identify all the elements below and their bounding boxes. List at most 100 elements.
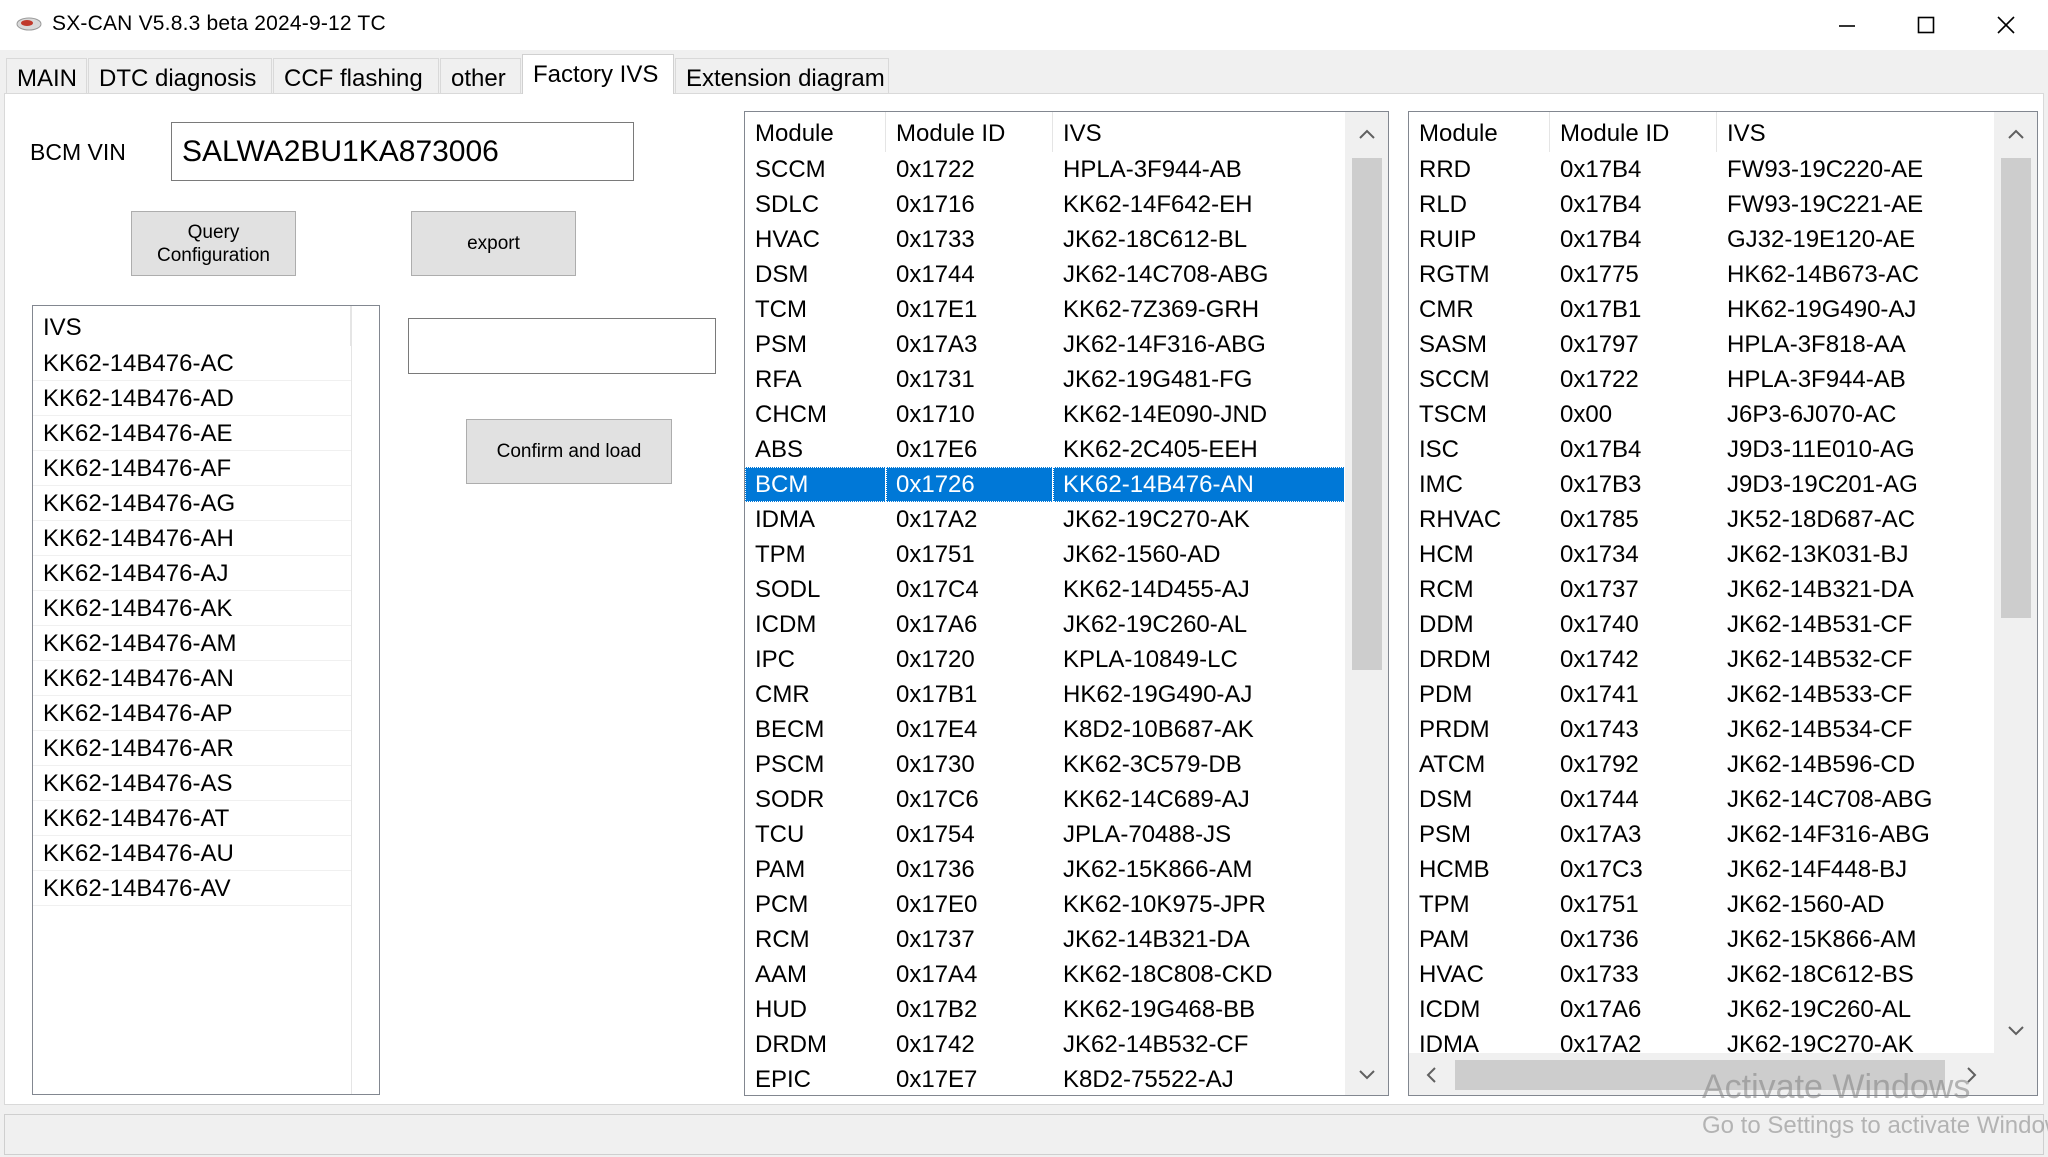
list-item[interactable]: KK62-14B476-AP bbox=[33, 696, 351, 731]
table-row[interactable]: HVAC 0x1733 JK62-18C612-BL bbox=[745, 222, 1345, 257]
table-row[interactable]: RFA 0x1731 JK62-19G481-FG bbox=[745, 362, 1345, 397]
table-row[interactable]: CHCM 0x1710 KK62-14E090-JND bbox=[745, 397, 1345, 432]
table-row[interactable]: ISC 0x17B4 J9D3-11E010-AG bbox=[1409, 432, 1994, 467]
table-row[interactable]: RHVAC 0x1785 JK52-18D687-AC bbox=[1409, 502, 1994, 537]
table-row[interactable]: HVAC 0x1733 JK62-18C612-BS bbox=[1409, 957, 1994, 992]
modules-col-module-id[interactable]: Module ID bbox=[886, 112, 1053, 152]
export-button[interactable]: export bbox=[411, 211, 576, 276]
table-row[interactable]: RCM 0x1737 JK62-14B321-DA bbox=[1409, 572, 1994, 607]
factory-col-ivs[interactable]: IVS bbox=[1717, 112, 1994, 152]
table-row[interactable]: TCM 0x17E1 KK62-7Z369-GRH bbox=[745, 292, 1345, 327]
minimize-button[interactable] bbox=[1807, 0, 1887, 50]
tab-extension-diagram[interactable]: Extension diagram bbox=[675, 58, 889, 93]
table-row[interactable]: DSM 0x1744 JK62-14C708-ABG bbox=[745, 257, 1345, 292]
table-row[interactable]: ABS 0x17E6 KK62-2C405-EEH bbox=[745, 432, 1345, 467]
table-row[interactable]: SASM 0x1797 HPLA-3F818-AA bbox=[1409, 327, 1994, 362]
factory-vertical-scrollbar[interactable] bbox=[1994, 112, 2037, 1053]
table-row[interactable]: RCM 0x1737 JK62-14B321-DA bbox=[745, 922, 1345, 957]
table-row[interactable]: CMR 0x17B1 HK62-19G490-AJ bbox=[745, 677, 1345, 712]
ivs-list[interactable]: IVS KK62-14B476-AC KK62-14B476-AD KK62-14B… bbox=[32, 305, 380, 1095]
modules-col-module[interactable]: Module bbox=[745, 112, 886, 152]
table-row[interactable]: PSM 0x17A3 JK62-14F316-ABG bbox=[1409, 817, 1994, 852]
table-row[interactable]: SDLC 0x1716 KK62-14F642-EH bbox=[745, 187, 1345, 222]
table-row[interactable]: DRDM 0x1742 JK62-14B532-CF bbox=[1409, 642, 1994, 677]
table-row[interactable]: RGTM 0x1775 HK62-14B673-AC bbox=[1409, 257, 1994, 292]
table-row[interactable]: DRDM 0x1742 JK62-14B532-CF bbox=[745, 1027, 1345, 1062]
table-row[interactable]: RUIP 0x17B4 GJ32-19E120-AE bbox=[1409, 222, 1994, 257]
ivs-entry-input[interactable] bbox=[408, 318, 716, 374]
table-row[interactable]: IDMA 0x17A2 JK62-19C270-AK bbox=[1409, 1027, 1994, 1053]
table-row[interactable]: SODL 0x17C4 KK62-14D455-AJ bbox=[745, 572, 1345, 607]
table-row[interactable]: HUD 0x17B2 KK62-19G468-BB bbox=[745, 992, 1345, 1027]
list-item[interactable]: KK62-14B476-AK bbox=[33, 591, 351, 626]
table-row[interactable]: TCU 0x1754 JPLA-70488-JS bbox=[745, 817, 1345, 852]
table-row[interactable]: TPM 0x1751 JK62-1560-AD bbox=[745, 537, 1345, 572]
table-row[interactable]: SCCM 0x1722 HPLA-3F944-AB bbox=[1409, 362, 1994, 397]
table-row[interactable]: PDM 0x1741 JK62-14B533-CF bbox=[1409, 677, 1994, 712]
factory-ivs-table[interactable]: Module Module ID IVS RRD 0x17B4 FW93-19C22… bbox=[1408, 111, 2038, 1096]
table-row[interactable]: PSCM 0x1730 KK62-3C579-DB bbox=[745, 747, 1345, 782]
list-item[interactable]: KK62-14B476-AE bbox=[33, 416, 351, 451]
table-row[interactable]: TPM 0x1751 JK62-1560-AD bbox=[1409, 887, 1994, 922]
modules-table[interactable]: Module Module ID IVS SCCM 0x1722 HPLA-3F94… bbox=[744, 111, 1389, 1096]
table-row[interactable]: PAM 0x1736 JK62-15K866-AM bbox=[1409, 922, 1994, 957]
table-row[interactable]: DSM 0x1744 JK62-14C708-ABG bbox=[1409, 782, 1994, 817]
list-item[interactable]: KK62-14B476-AF bbox=[33, 451, 351, 486]
table-row[interactable]: SCCM 0x1722 HPLA-3F944-AB bbox=[745, 152, 1345, 187]
list-item[interactable]: KK62-14B476-AH bbox=[33, 521, 351, 556]
list-item[interactable]: KK62-14B476-AC bbox=[33, 346, 351, 381]
list-item[interactable]: KK62-14B476-AV bbox=[33, 871, 351, 906]
table-row[interactable]: TSCM 0x00 J6P3-6J070-AC bbox=[1409, 397, 1994, 432]
tab-dtc-diagnosis[interactable]: DTC diagnosis bbox=[88, 58, 272, 93]
table-row[interactable]: PAM 0x1736 JK62-15K866-AM bbox=[745, 852, 1345, 887]
list-item[interactable]: KK62-14B476-AJ bbox=[33, 556, 351, 591]
modules-scroll-down-button[interactable] bbox=[1345, 1053, 1388, 1095]
table-row[interactable]: RLD 0x17B4 FW93-19C221-AE bbox=[1409, 187, 1994, 222]
table-row[interactable]: ICDM 0x17A6 JK62-19C260-AL bbox=[1409, 992, 1994, 1027]
table-row[interactable]: PSM 0x17A3 JK62-14F316-ABG bbox=[745, 327, 1345, 362]
list-item[interactable]: KK62-14B476-AT bbox=[33, 801, 351, 836]
table-row[interactable]: ICDM 0x17A6 JK62-19C260-AL bbox=[745, 607, 1345, 642]
list-item[interactable]: KK62-14B476-AG bbox=[33, 486, 351, 521]
table-row[interactable]: RRD 0x17B4 FW93-19C220-AE bbox=[1409, 152, 1994, 187]
table-row[interactable]: BECM 0x17E4 K8D2-10B687-AK bbox=[745, 712, 1345, 747]
close-button[interactable] bbox=[1966, 0, 2046, 50]
list-item[interactable]: KK62-14B476-AD bbox=[33, 381, 351, 416]
tab-other[interactable]: other bbox=[440, 58, 521, 93]
list-item[interactable]: KK62-14B476-AM bbox=[33, 626, 351, 661]
list-item[interactable]: KK62-14B476-AN bbox=[33, 661, 351, 696]
modules-scroll-thumb[interactable] bbox=[1352, 158, 1382, 670]
table-row[interactable]: SODR 0x17C6 KK62-14C689-AJ bbox=[745, 782, 1345, 817]
table-row[interactable]: PRDM 0x1743 JK62-14B534-CF bbox=[1409, 712, 1994, 747]
table-row[interactable]: BCM 0x1726 KK62-14B476-AN bbox=[745, 467, 1345, 502]
factory-col-module[interactable]: Module bbox=[1409, 112, 1550, 152]
factory-scroll-thumb[interactable] bbox=[2001, 158, 2031, 618]
confirm-and-load-button[interactable]: Confirm and load bbox=[466, 419, 672, 484]
table-row[interactable]: HCMB 0x17C3 JK62-14F448-BJ bbox=[1409, 852, 1994, 887]
factory-scroll-left-button[interactable] bbox=[1409, 1053, 1453, 1095]
list-item[interactable]: KK62-14B476-AU bbox=[33, 836, 351, 871]
modules-vertical-scrollbar[interactable] bbox=[1345, 112, 1388, 1095]
list-item[interactable]: KK62-14B476-AR bbox=[33, 731, 351, 766]
maximize-button[interactable] bbox=[1886, 0, 1966, 50]
tab-ccf-flashing[interactable]: CCF flashing bbox=[273, 58, 439, 93]
table-row[interactable]: IMC 0x17B3 J9D3-19C201-AG bbox=[1409, 467, 1994, 502]
list-item[interactable]: KK62-14B476-AS bbox=[33, 766, 351, 801]
query-configuration-button[interactable]: Query Configuration bbox=[131, 211, 296, 276]
modules-col-ivs[interactable]: IVS bbox=[1053, 112, 1345, 152]
table-row[interactable]: EPIC 0x17E7 K8D2-75522-AJ bbox=[745, 1062, 1345, 1095]
tab-factory-ivs[interactable]: Factory IVS bbox=[522, 54, 674, 94]
table-row[interactable]: IDMA 0x17A2 JK62-19C270-AK bbox=[745, 502, 1345, 537]
table-row[interactable]: IPC 0x1720 KPLA-10849-LC bbox=[745, 642, 1345, 677]
table-row[interactable]: DDM 0x1740 JK62-14B531-CF bbox=[1409, 607, 1994, 642]
table-row[interactable]: PCM 0x17E0 KK62-10K975-JPR bbox=[745, 887, 1345, 922]
table-row[interactable]: CMR 0x17B1 HK62-19G490-AJ bbox=[1409, 292, 1994, 327]
bcm-vin-input[interactable] bbox=[171, 122, 634, 181]
table-row[interactable]: AAM 0x17A4 KK62-18C808-CKD bbox=[745, 957, 1345, 992]
factory-scroll-up-button[interactable] bbox=[1994, 112, 2037, 156]
table-row[interactable]: ATCM 0x1792 JK62-14B596-CD bbox=[1409, 747, 1994, 782]
ivs-column-header[interactable]: IVS bbox=[33, 306, 351, 346]
factory-col-module-id[interactable]: Module ID bbox=[1550, 112, 1717, 152]
factory-scroll-down-button[interactable] bbox=[1994, 1009, 2037, 1053]
table-row[interactable]: HCM 0x1734 JK62-13K031-BJ bbox=[1409, 537, 1994, 572]
